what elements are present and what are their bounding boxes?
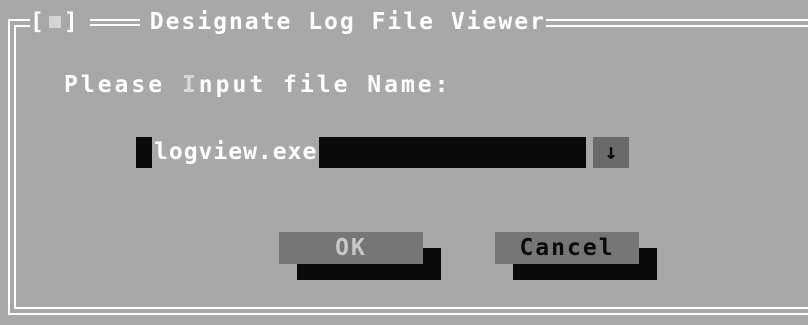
ok-button[interactable]: OK xyxy=(279,232,423,264)
file-name-input[interactable]: logview.exe xyxy=(136,137,586,168)
title-rule-right xyxy=(656,19,808,27)
prompt-text-after: nput file Name: xyxy=(198,72,452,98)
close-icon[interactable] xyxy=(48,16,61,28)
log-viewer-dialog: [ ] Designate Log File Viewer Please Inp… xyxy=(0,0,808,325)
file-name-value[interactable]: logview.exe xyxy=(152,137,320,168)
close-bracket-left: [ xyxy=(30,9,46,35)
cancel-button[interactable]: Cancel xyxy=(495,232,639,264)
title-rule-left xyxy=(89,18,140,26)
dropdown-arrow-icon[interactable]: ↓ xyxy=(593,137,629,168)
title-bar: [ ] Designate Log File Viewer xyxy=(30,7,546,37)
dialog-title: Designate Log File Viewer xyxy=(149,9,546,35)
close-bracket-right: ] xyxy=(63,9,80,35)
file-name-prompt: Please Input file Name: xyxy=(64,72,452,98)
prompt-text-before: Please xyxy=(64,72,182,98)
prompt-hotkey: I xyxy=(181,72,199,98)
